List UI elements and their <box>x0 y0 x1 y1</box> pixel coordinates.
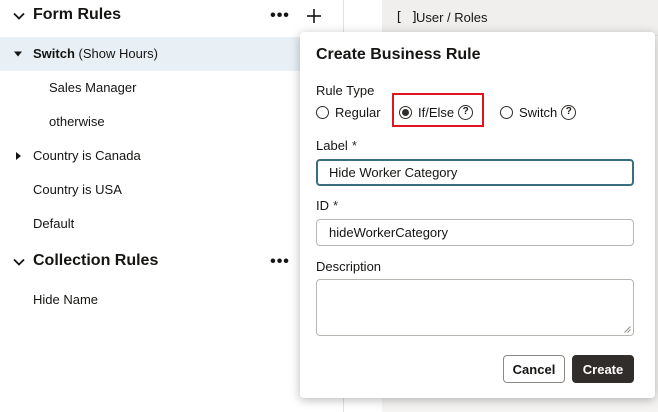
id-field-label: ID * <box>316 198 338 213</box>
radio-regular[interactable]: Regular <box>316 102 381 122</box>
tree-item-label: Default <box>33 216 75 231</box>
collection-rules-title: Collection Rules <box>33 252 159 269</box>
resize-grip-icon[interactable] <box>624 326 631 333</box>
label-input[interactable]: Hide Worker Category <box>316 159 634 186</box>
tree-item-switch-show-hours[interactable]: Switch (Show Hours) <box>0 37 344 71</box>
bracket-icon: [ ] <box>395 10 419 25</box>
add-rule-icon[interactable] <box>302 4 326 28</box>
tree-item-country-is-usa[interactable]: Country is USA <box>0 173 344 207</box>
tree-item-label: Country is Canada <box>33 148 141 163</box>
create-button[interactable]: Create <box>572 355 634 383</box>
tree-item-suffix: (Show Hours) <box>74 46 158 61</box>
rule-type-label: Rule Type <box>316 83 375 98</box>
cancel-button[interactable]: Cancel <box>503 355 565 383</box>
dialog-title: Create Business Rule <box>316 46 481 63</box>
chevron-down-icon[interactable] <box>12 9 26 23</box>
tree-item-label: Country is USA <box>33 182 122 197</box>
tree-item-otherwise[interactable]: otherwise <box>0 105 344 139</box>
tree-item-label: otherwise <box>49 114 105 129</box>
user-roles-tab-label: User / Roles <box>416 10 488 25</box>
help-icon[interactable]: ? <box>561 104 577 120</box>
tree-item-label: Hide Name <box>33 292 99 307</box>
tree-item-prefix: Switch <box>33 46 75 61</box>
chevron-down-icon[interactable] <box>12 255 26 269</box>
radio-switch[interactable]: Switch ? <box>500 102 577 122</box>
create-business-rule-dialog: Create Business Rule Rule Type Regular I… <box>300 32 655 398</box>
caret-right-icon[interactable] <box>13 151 23 161</box>
collection-rules-more-icon[interactable]: ••• <box>268 250 292 274</box>
highlight-box <box>392 93 484 127</box>
form-rules-more-icon[interactable]: ••• <box>268 4 292 28</box>
tree-item-label: Sales Manager <box>49 80 137 95</box>
tree-item-default[interactable]: Default <box>0 207 344 241</box>
description-field-label: Description <box>316 259 382 274</box>
rules-panel: Form Rules ••• Switch (Show Hours) Sales… <box>0 0 344 412</box>
id-input[interactable]: hideWorkerCategory <box>316 219 634 246</box>
required-mark: * <box>333 198 339 213</box>
radio-label: Regular <box>335 104 381 120</box>
radio-circle[interactable] <box>500 105 513 119</box>
caret-down-icon[interactable] <box>13 49 23 59</box>
radio-label: Switch <box>519 104 558 120</box>
tree-item-label: Switch (Show Hours) <box>33 46 158 61</box>
radio-circle[interactable] <box>316 105 329 119</box>
tree-item-country-is-canada[interactable]: Country is Canada <box>0 139 344 173</box>
form-rules-header[interactable]: Form Rules ••• <box>0 0 344 32</box>
label-text: Label <box>316 138 348 153</box>
id-text: ID <box>316 198 329 213</box>
description-textarea[interactable] <box>316 279 634 336</box>
tree-item-sales-manager[interactable]: Sales Manager <box>0 71 344 105</box>
required-mark: * <box>351 138 357 153</box>
tree-item-hide-name[interactable]: Hide Name <box>0 283 344 317</box>
user-roles-tab[interactable]: [ ] User / Roles <box>382 0 658 36</box>
form-rules-title: Form Rules <box>33 6 122 23</box>
collection-rules-header[interactable]: Collection Rules ••• <box>0 246 344 278</box>
label-field-label: Label * <box>316 138 357 153</box>
